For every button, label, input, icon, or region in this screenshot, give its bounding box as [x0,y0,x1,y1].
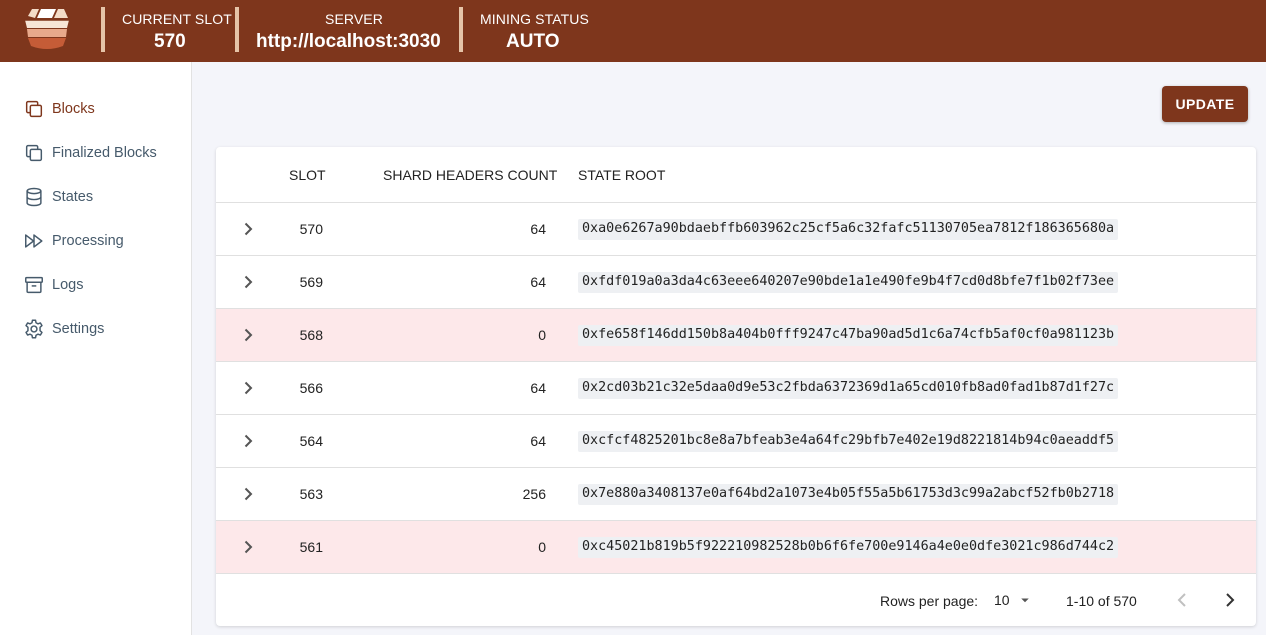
slot-cell: 570 [299,221,323,237]
divider [101,7,105,52]
database-icon [26,187,42,207]
current-slot-stat: CURRENT SLOT 570 [101,0,233,62]
wood-barrel-logo [25,9,69,49]
shard-headers-count-cell: 64 [530,274,546,290]
next-page-button[interactable] [1218,588,1242,612]
table-row[interactable]: 570 64 0xa0e6267a90bdaebffb603962c25cf5a6c… [216,203,1256,256]
table-row[interactable]: 568 0 0xfe658f146dd150b8a404b0fff9247c47ba… [216,309,1256,362]
state-root-cell: 0x7e880a3408137e0af64bd2a1073e4b05f55a5b… [578,484,1119,505]
table-row[interactable]: 569 64 0xfdf019a0a3da4c63eee640207e90bde1a… [216,256,1256,309]
state-root-cell: 0xa0e6267a90bdaebffb603962c25cf5a6c32faf… [578,219,1119,240]
gear-icon [25,319,43,339]
slot-cell: 561 [299,539,323,555]
previous-page-button[interactable] [1170,588,1194,612]
current-slot-label: CURRENT SLOT [122,11,232,27]
sidebar-item-label: States [52,189,94,205]
sidebar: Blocks Finalized Blocks States Processin… [0,62,192,635]
fast-forward-icon [25,234,43,248]
sidebar-item-label: Processing [52,233,124,249]
server-stat: SERVER http://localhost:3030 [235,0,457,62]
shard-headers-count-cell: 0 [538,539,546,555]
table-header: SLOT SHARD HEADERS COUNT STATE ROOT [216,147,1256,203]
state-root-cell: 0xfdf019a0a3da4c63eee640207e90bde1a1e490… [578,272,1119,293]
divider [235,7,239,52]
chevron-right-icon[interactable] [236,217,260,241]
slot-cell: 569 [299,274,323,290]
copy-icon [25,100,43,118]
sidebar-item-logs[interactable]: Logs [0,262,191,306]
chevron-right-icon[interactable] [236,429,260,453]
sidebar-item-settings[interactable]: Settings [0,306,191,350]
sidebar-item-states[interactable]: States [0,174,191,218]
table-row[interactable]: 561 0 0xc45021b819b5f922210982528b0b6f6fe7… [216,521,1256,574]
rows-per-page-label: Rows per page: [880,593,979,609]
shard-headers-count-cell: 0 [538,327,546,343]
caret-down-icon [1021,598,1029,603]
slot-cell: 568 [299,327,323,343]
sidebar-item-label: Logs [52,277,84,293]
sidebar-item-label: Settings [52,321,105,337]
table-row[interactable]: 563 256 0x7e880a3408137e0af64bd2a1073e4b05… [216,468,1256,521]
mining-status-value: AUTO [506,31,560,52]
server-label: SERVER [325,11,383,27]
sidebar-item-label: Blocks [52,101,95,117]
archive-icon [25,276,43,294]
copy-icon [25,144,43,162]
shard-headers-count-cell: 256 [522,486,546,502]
state-root-cell: 0xfe658f146dd150b8a404b0fff9247c47ba90ad… [578,325,1119,346]
sidebar-item-finalized-blocks[interactable]: Finalized Blocks [0,130,191,174]
chevron-right-icon[interactable] [236,376,260,400]
table-row[interactable]: 566 64 0x2cd03b21c32e5daa0d9e53c2fbda63723… [216,362,1256,415]
chevron-right-icon[interactable] [236,535,260,559]
state-root-cell: 0xcfcf4825201bc8e8a7bfeab3e4a64fc29bfb7e… [578,431,1119,452]
pagination: Rows per page: 10 1-10 of 570 [216,574,1256,626]
update-button[interactable]: UPDATE [1162,86,1248,122]
mining-status-stat: MINING STATUS AUTO [459,0,599,62]
chevron-right-icon[interactable] [236,323,260,347]
server-value: http://localhost:3030 [256,31,441,52]
mining-status-label: MINING STATUS [480,11,589,27]
column-header-state-root[interactable]: STATE ROOT [578,167,665,183]
divider [459,7,463,52]
top-bar: CURRENT SLOT 570 SERVER http://localhost… [0,0,1266,62]
table-row[interactable]: 564 64 0xcfcf4825201bc8e8a7bfeab3e4a64fc29… [216,415,1256,468]
sidebar-item-blocks[interactable]: Blocks [0,86,191,130]
shard-headers-count-cell: 64 [530,380,546,396]
slot-cell: 563 [299,486,323,502]
shard-headers-count-cell: 64 [530,221,546,237]
sidebar-item-label: Finalized Blocks [52,145,157,161]
rows-per-page-value: 10 [994,592,1010,608]
column-header-slot[interactable]: SLOT [289,167,326,183]
shard-headers-count-cell: 64 [530,433,546,449]
column-header-shard-headers-count[interactable]: SHARD HEADERS COUNT [383,167,557,183]
state-root-cell: 0x2cd03b21c32e5daa0d9e53c2fbda6372369d1a… [578,378,1119,399]
chevron-right-icon[interactable] [236,482,260,506]
slot-cell: 566 [299,380,323,396]
rows-per-page-select[interactable]: 10 [992,588,1036,612]
blocks-table: SLOT SHARD HEADERS COUNT STATE ROOT 570 6… [216,147,1256,626]
sidebar-item-processing[interactable]: Processing [0,218,191,262]
current-slot-value: 570 [154,31,186,52]
chevron-right-icon[interactable] [236,270,260,294]
slot-cell: 564 [299,433,323,449]
state-root-cell: 0xc45021b819b5f922210982528b0b6f6fe700e9… [578,537,1119,558]
pagination-range: 1-10 of 570 [1066,593,1137,609]
